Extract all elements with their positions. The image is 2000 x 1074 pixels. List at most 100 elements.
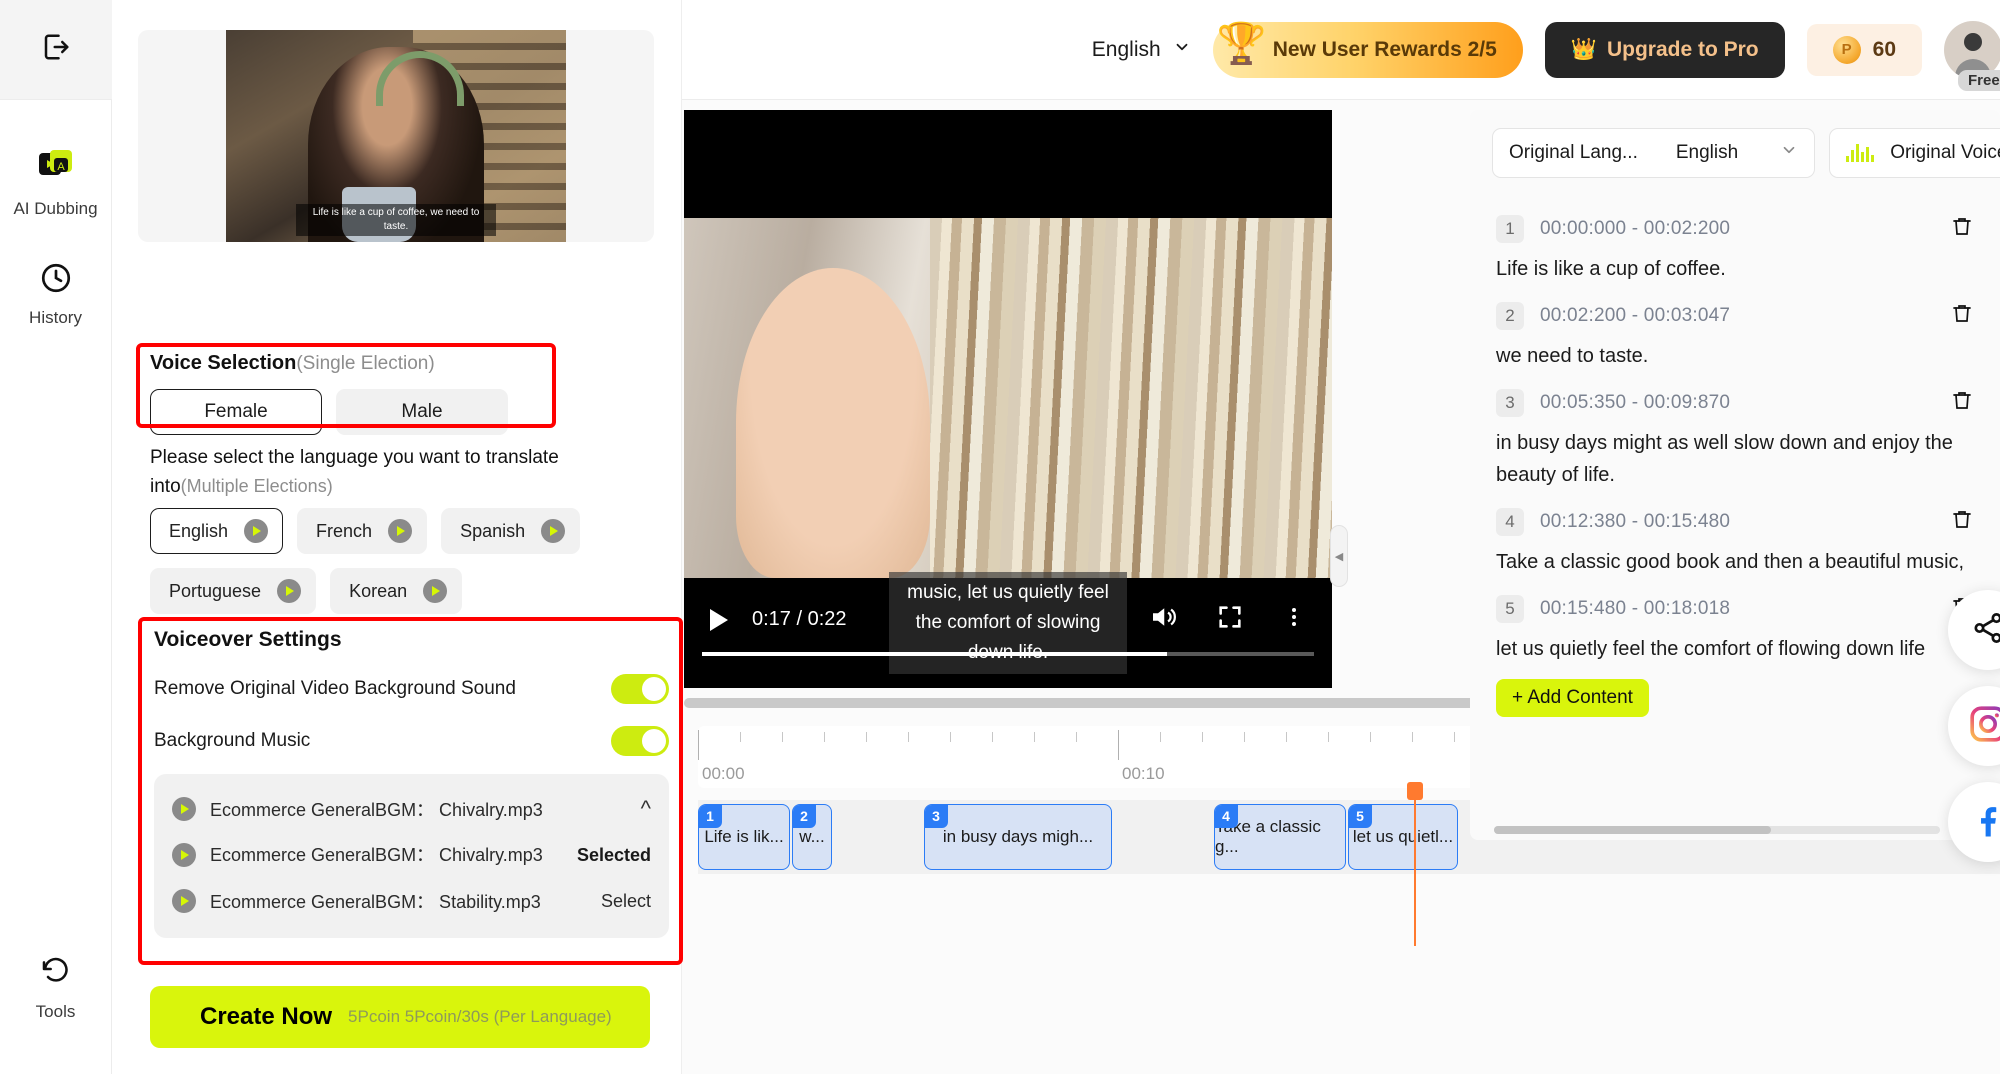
video-progress-bar[interactable] bbox=[702, 652, 1314, 656]
chevron-down-icon bbox=[1780, 141, 1798, 165]
language-option-spanish[interactable]: Spanish bbox=[441, 508, 580, 554]
timeline-clip[interactable]: 1 Life is lik... bbox=[698, 804, 790, 870]
coin-icon: P bbox=[1833, 36, 1861, 64]
sidebar-item-ai-dubbing[interactable]: A AI Dubbing bbox=[0, 146, 112, 219]
subtitle-text[interactable]: Take a classic good book and then a beau… bbox=[1496, 546, 1974, 578]
original-language-value: English bbox=[1676, 142, 1738, 164]
play-preview-icon[interactable] bbox=[388, 519, 412, 543]
language-option-portuguese[interactable]: Portuguese bbox=[150, 568, 316, 614]
sidebar-item-label: Tools bbox=[36, 1002, 76, 1022]
language-option-korean[interactable]: Korean bbox=[330, 568, 462, 614]
left-icon-rail: A AI Dubbing History Tools bbox=[0, 0, 112, 1074]
video-time-display: 0:17 / 0:22 bbox=[752, 608, 847, 631]
subtitle-text[interactable]: let us quietly feel the comfort of flowi… bbox=[1496, 633, 1974, 665]
timeline-clip[interactable]: 5 let us quietl... bbox=[1348, 804, 1458, 870]
clip-number: 4 bbox=[1214, 804, 1238, 828]
clip-number: 5 bbox=[1348, 804, 1372, 828]
subtitle-text[interactable]: in busy days might as well slow down and… bbox=[1496, 427, 1974, 491]
play-preview-icon[interactable] bbox=[172, 889, 196, 913]
subtitle-item[interactable]: 2 00:02:200 - 00:03:047 we need to taste… bbox=[1496, 301, 1974, 372]
trash-icon[interactable] bbox=[1950, 388, 1974, 417]
clip-text: Life is lik... bbox=[704, 827, 783, 847]
add-content-button[interactable]: + Add Content bbox=[1496, 679, 1649, 717]
play-preview-icon[interactable] bbox=[244, 519, 268, 543]
create-now-button[interactable]: Create Now 5Pcoin 5Pcoin/30s (Per Langua… bbox=[150, 986, 650, 1048]
timeline-clip[interactable]: 3 in busy days migh... bbox=[924, 804, 1112, 870]
more-vertical-icon[interactable] bbox=[1282, 603, 1306, 636]
timeline-playhead[interactable] bbox=[1414, 786, 1416, 946]
trash-icon[interactable] bbox=[1950, 301, 1974, 330]
timeline-label: 00:10 bbox=[1122, 764, 1165, 784]
bgm-current-row[interactable]: Ecommerce GeneralBGM： Chivalry.mp3 ^ bbox=[172, 786, 651, 832]
timeline-clip[interactable]: 4 Take a classic g... bbox=[1214, 804, 1346, 870]
background-music-row: Background Music bbox=[154, 726, 669, 756]
original-voice-rec-label: Original Voice Rec bbox=[1890, 142, 2000, 164]
fullscreen-icon[interactable] bbox=[1216, 603, 1244, 636]
volume-icon[interactable] bbox=[1148, 602, 1178, 637]
subtitle-text[interactable]: Life is like a cup of coffee. bbox=[1496, 253, 1974, 285]
clock-icon bbox=[39, 261, 73, 300]
subtitle-timecode: 00:02:200 - 00:03:047 bbox=[1540, 305, 1730, 327]
voice-selection-section: Voice Selection(Single Election) Female … bbox=[150, 352, 550, 435]
bgm-option-state: Selected bbox=[577, 845, 651, 866]
video-player[interactable]: music, let us quietly feel the comfort o… bbox=[684, 110, 1332, 688]
account-avatar-area[interactable]: Free bbox=[1944, 21, 2000, 79]
tab-original-language[interactable]: Original Lang... English bbox=[1492, 128, 1815, 178]
video-controls: 0:17 / 0:22 bbox=[684, 568, 1332, 688]
collapse-panel-button[interactable] bbox=[0, 0, 112, 100]
trash-icon[interactable] bbox=[1950, 214, 1974, 243]
play-icon[interactable] bbox=[710, 609, 728, 631]
play-preview-icon[interactable] bbox=[277, 579, 301, 603]
subtitle-text[interactable]: we need to taste. bbox=[1496, 340, 1974, 372]
bgm-option-stability[interactable]: Ecommerce GeneralBGM： Stability.mp3 Sele… bbox=[172, 878, 651, 924]
upgrade-to-pro-button[interactable]: 👑 Upgrade to Pro bbox=[1545, 22, 1785, 78]
remove-background-sound-toggle[interactable] bbox=[611, 674, 669, 704]
background-music-selector: Ecommerce GeneralBGM： Chivalry.mp3 ^ Eco… bbox=[154, 774, 669, 938]
sidebar-item-history[interactable]: History bbox=[0, 261, 112, 328]
video-thumbnail[interactable]: Life is like a cup of coffee, we need to… bbox=[138, 30, 654, 242]
top-header-bar: English 🏆 New User Rewards 2/5 👑 Upgrade… bbox=[682, 0, 2000, 100]
subtitle-timecode: 00:00:000 - 00:02:200 bbox=[1540, 218, 1730, 240]
timeline-clip[interactable]: 2 w... bbox=[792, 804, 832, 870]
subtitle-list[interactable]: 1 00:00:000 - 00:02:200 Life is like a c… bbox=[1470, 188, 2000, 748]
play-preview-icon[interactable] bbox=[423, 579, 447, 603]
play-preview-icon[interactable] bbox=[172, 843, 196, 867]
sidebar-item-tools[interactable]: Tools bbox=[0, 957, 112, 1022]
upgrade-to-pro-label: Upgrade to Pro bbox=[1607, 38, 1759, 62]
subtitle-panel: Original Lang... English Original Voice … bbox=[1470, 110, 2000, 840]
app-root: A AI Dubbing History Tools bbox=[0, 0, 2000, 1074]
timeline-label: 00:00 bbox=[702, 764, 745, 784]
coin-balance-button[interactable]: P 60 bbox=[1807, 24, 1922, 76]
subtitle-item[interactable]: 4 00:12:380 - 00:15:480 Take a classic g… bbox=[1496, 507, 1974, 578]
bgm-option-state: Select bbox=[601, 891, 651, 912]
create-now-cost: 5Pcoin 5Pcoin/30s (Per Language) bbox=[348, 1007, 612, 1027]
subtitle-panel-tabs: Original Lang... English Original Voice … bbox=[1470, 110, 2000, 188]
language-option-english[interactable]: English bbox=[150, 508, 283, 554]
language-prompt: Please select the language you want to t… bbox=[150, 444, 620, 501]
share-icon bbox=[1971, 611, 2000, 650]
play-preview-icon[interactable] bbox=[541, 519, 565, 543]
subtitle-item[interactable]: 1 00:00:000 - 00:02:200 Life is like a c… bbox=[1496, 214, 1974, 285]
clip-text: let us quietl... bbox=[1353, 827, 1453, 847]
language-option-french[interactable]: French bbox=[297, 508, 427, 554]
voice-option-female[interactable]: Female bbox=[150, 389, 322, 435]
thumbnail-caption: Life is like a cup of coffee, we need to… bbox=[296, 204, 496, 236]
language-label: Portuguese bbox=[169, 581, 261, 602]
background-music-toggle[interactable] bbox=[611, 726, 669, 756]
thumbnail-image: Life is like a cup of coffee, we need to… bbox=[226, 30, 566, 242]
subtitle-item[interactable]: 3 00:05:350 - 00:09:870 in busy days mig… bbox=[1496, 388, 1974, 491]
subtitle-item[interactable]: 5 00:15:480 - 00:18:018 let us quietly f… bbox=[1496, 594, 1974, 665]
voice-option-male[interactable]: Male bbox=[336, 389, 508, 435]
subtitle-panel-scrollbar[interactable] bbox=[1494, 826, 1940, 834]
trash-icon[interactable] bbox=[1950, 507, 1974, 536]
new-user-rewards-label: New User Rewards 2/5 bbox=[1273, 38, 1497, 62]
header-language-selector[interactable]: English bbox=[1092, 38, 1191, 62]
subtitle-timecode: 00:05:350 - 00:09:870 bbox=[1540, 392, 1730, 414]
tab-original-voice-rec[interactable]: Original Voice Rec bbox=[1829, 128, 2000, 178]
chevron-up-icon[interactable]: ^ bbox=[641, 796, 651, 822]
bgm-option-chivalry[interactable]: Ecommerce GeneralBGM： Chivalry.mp3 Selec… bbox=[172, 832, 651, 878]
panel-collapse-handle[interactable]: ◀ bbox=[1330, 525, 1348, 587]
header-language-value: English bbox=[1092, 38, 1161, 62]
new-user-rewards-button[interactable]: 🏆 New User Rewards 2/5 bbox=[1213, 22, 1523, 78]
play-preview-icon[interactable] bbox=[172, 797, 196, 821]
